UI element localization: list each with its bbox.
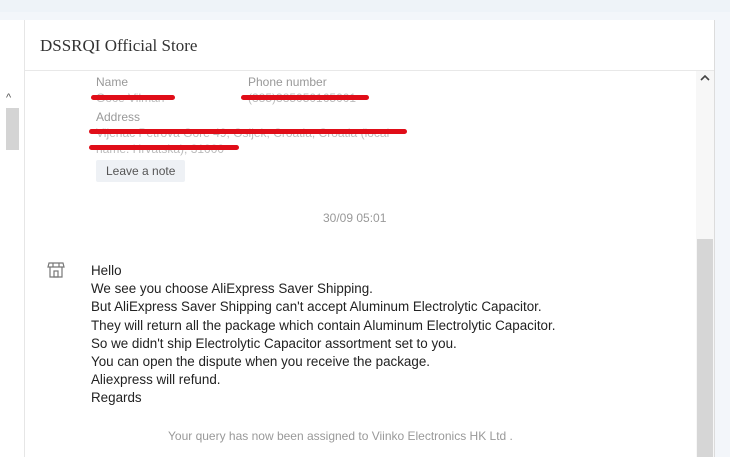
left-scroll-up-icon[interactable]: ^ <box>6 92 11 104</box>
chat-window: DSSRQI Official Store Name Goce Vilman P… <box>24 20 715 457</box>
message-line: We see you choose AliExpress Saver Shipp… <box>91 281 373 297</box>
message-line: Aliexpress will refund. <box>91 372 221 388</box>
address-label: Address <box>96 110 141 124</box>
chevron-up-icon[interactable] <box>699 72 711 84</box>
store-title: DSSRQI Official Store <box>40 36 198 55</box>
phone-redaction <box>241 95 369 100</box>
address-redaction-2 <box>89 145 239 150</box>
message-line: So we didn't ship Electrolytic Capacitor… <box>91 335 457 351</box>
top-strip <box>0 0 730 12</box>
scrollbar-thumb[interactable] <box>697 239 713 457</box>
message-line: Regards <box>91 390 142 406</box>
message-line: But AliExpress Saver Shipping can't acce… <box>91 299 542 315</box>
chat-header: DSSRQI Official Store <box>25 20 714 71</box>
left-panel: ^ <box>0 20 25 457</box>
left-scrollbar-thumb[interactable] <box>6 108 19 150</box>
message-timestamp: 30/09 05:01 <box>323 211 387 225</box>
phone-label: Phone number <box>248 75 327 89</box>
message-line: You can open the dispute when you receiv… <box>91 354 430 370</box>
chat-content: Name Goce Vilman Phone number (385)38505… <box>25 71 696 457</box>
message-line: Hello <box>91 263 122 278</box>
seller-message: Hello We see you choose AliExpress Saver… <box>91 262 555 408</box>
name-label: Name <box>96 75 129 89</box>
name-redaction <box>91 95 175 100</box>
store-icon <box>47 262 65 278</box>
leave-note-button[interactable]: Leave a note <box>96 160 186 182</box>
address-redaction-1 <box>89 129 407 134</box>
chat-scrollbar[interactable] <box>696 71 714 457</box>
system-message: Your query has now been assigned to Viin… <box>168 429 513 443</box>
message-line: They will return all the package which c… <box>91 317 556 333</box>
